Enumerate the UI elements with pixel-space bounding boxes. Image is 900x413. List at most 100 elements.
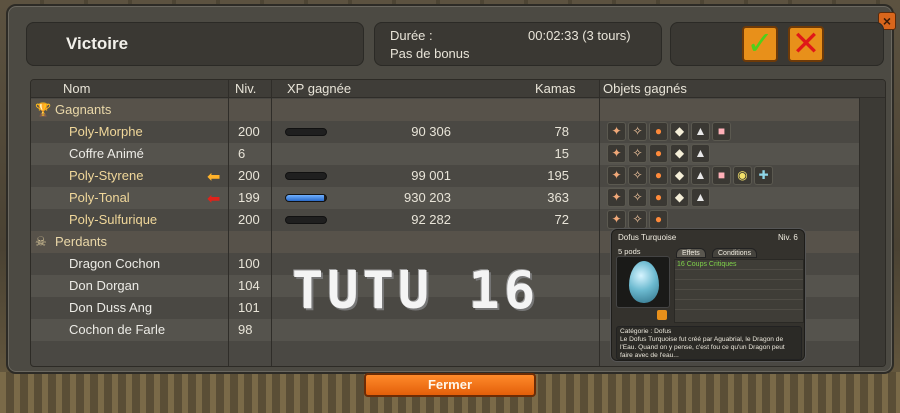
loot-item-icon[interactable]: ◆: [670, 166, 689, 185]
duration-label: Durée :: [390, 28, 433, 43]
table-row[interactable]: Poly-Sulfurique 200 92 282 72 ✦ ✧ ●: [31, 209, 859, 231]
won-items-list: ✦ ✧ ● ◆ ▲ ■ ◉ ✚: [607, 166, 775, 186]
table-row[interactable]: Coffre Animé 6 15 ✦ ✧ ● ◆ ▲: [31, 143, 859, 165]
fight-results-window: × Victoire Durée : 00:02:33 (3 tours) Pa…: [6, 4, 896, 374]
loot-item-icon[interactable]: ▲: [691, 122, 710, 141]
trophy-icon: 🏆: [35, 102, 52, 117]
loot-item-icon[interactable]: ✧: [628, 122, 647, 141]
validate-button[interactable]: ✓: [742, 26, 778, 62]
player-name: Dragon Cochon: [69, 256, 161, 271]
tooltip-category: Catégorie : Dofus: [620, 328, 672, 335]
won-items-list: ✦ ✧ ● ◆ ▲: [607, 144, 712, 164]
loot-item-icon[interactable]: ✦: [607, 122, 626, 141]
arrow-left-icon: ⬅: [207, 169, 221, 186]
effect-line-empty: [675, 280, 803, 290]
player-name: Poly-Morphe: [69, 124, 143, 139]
effect-line-empty: [675, 290, 803, 300]
close-button[interactable]: Fermer: [364, 373, 536, 397]
loot-item-icon[interactable]: ✧: [628, 144, 647, 163]
player-name: Cochon de Farle: [69, 322, 166, 337]
watermark-text: TUTU 16: [292, 261, 540, 321]
loot-item-icon[interactable]: ●: [649, 122, 668, 141]
player-name: Poly-Tonal: [69, 190, 130, 205]
player-level: 100: [238, 256, 260, 271]
player-level: 200: [238, 168, 260, 183]
loot-item-icon[interactable]: ✧: [628, 188, 647, 207]
loot-item-icon[interactable]: ✦: [607, 166, 626, 185]
item-badge-icon: [657, 310, 667, 320]
item-tooltip: Dofus Turquoise Niv. 6 5 pods Effets Con…: [611, 229, 805, 361]
loot-item-icon[interactable]: ✦: [607, 210, 626, 229]
table-scrollbar[interactable]: [859, 98, 885, 366]
player-level: 98: [238, 322, 253, 337]
won-items-list: ✦ ✧ ● ◆ ▲: [607, 188, 712, 208]
loot-item-icon[interactable]: ◆: [670, 122, 689, 141]
table-row[interactable]: Poly-Styrene ⬅ 200 99 001 195 ✦ ✧ ● ◆ ▲ ■ ◉ ✚: [31, 165, 859, 187]
dofus-egg-icon: [616, 256, 670, 308]
divider: [599, 80, 600, 366]
kamas-gained: 15: [554, 146, 569, 161]
loot-item-icon[interactable]: ✚: [754, 166, 773, 185]
loot-item-icon[interactable]: ▲: [691, 144, 710, 163]
player-level: 200: [238, 124, 260, 139]
fight-info-panel: Durée : 00:02:33 (3 tours) Pas de bonus: [374, 22, 662, 66]
tooltip-description-text: Le Dofus Turquoise fut créé par Aguabria…: [620, 336, 785, 359]
table-row[interactable]: Poly-Tonal ⬅ 199 930 203 363 ✦ ✧ ● ◆ ▲: [31, 187, 859, 209]
loot-item-icon[interactable]: ■: [712, 122, 731, 141]
xp-progress-bar: [285, 216, 327, 224]
player-level: 6: [238, 146, 246, 161]
loot-item-icon[interactable]: ✦: [607, 188, 626, 207]
header-level: Niv.: [235, 81, 257, 96]
tooltip-description: Catégorie : Dofus Le Dofus Turquoise fut…: [616, 326, 802, 360]
player-level: 199: [238, 190, 260, 205]
skull-icon: ☠: [35, 234, 47, 249]
loot-item-icon[interactable]: ●: [649, 188, 668, 207]
player-name: Coffre Animé: [69, 146, 144, 161]
egg-shape: [629, 261, 659, 303]
effect-line: 16 Coups Critiques: [675, 260, 803, 270]
window-title: Victoire: [66, 34, 129, 53]
xp-gained: 99 001: [411, 168, 451, 183]
xp-progress-bar: [285, 128, 327, 136]
xp-progress-bar: [285, 194, 327, 202]
player-name: Don Dorgan: [69, 278, 140, 293]
kamas-gained: 78: [554, 124, 569, 139]
tooltip-item-level: Niv. 6: [778, 233, 798, 242]
duration-value: 00:02:33 (3 tours): [528, 28, 631, 43]
divider: [271, 80, 272, 366]
loot-item-icon[interactable]: ■: [712, 166, 731, 185]
loot-item-icon[interactable]: ◆: [670, 188, 689, 207]
action-buttons-panel: ✓ ✕: [670, 22, 884, 66]
table-row[interactable]: Poly-Morphe 200 90 306 78 ✦ ✧ ● ◆ ▲ ■: [31, 121, 859, 143]
tab-conditions[interactable]: Conditions: [712, 248, 758, 258]
loot-item-icon[interactable]: ▲: [691, 166, 710, 185]
loot-item-icon[interactable]: ●: [649, 210, 668, 229]
tooltip-item-pods: 5 pods: [618, 247, 641, 256]
xp-progress-bar: [285, 172, 327, 180]
loot-item-icon[interactable]: ✧: [628, 166, 647, 185]
player-name: Poly-Styrene: [69, 168, 144, 183]
group-label: Perdants: [55, 234, 108, 249]
won-items-list: ✦ ✧ ● ◆ ▲ ■: [607, 122, 733, 142]
loot-item-icon[interactable]: ◉: [733, 166, 752, 185]
won-items-list: ✦ ✧ ●: [607, 210, 670, 230]
tooltip-item-name: Dofus Turquoise: [618, 233, 677, 242]
loot-item-icon[interactable]: ●: [649, 144, 668, 163]
player-level: 101: [238, 300, 260, 315]
title-panel: Victoire: [26, 22, 364, 66]
player-name: Don Duss Ang: [69, 300, 153, 315]
header-items: Objets gagnés: [603, 81, 687, 96]
loot-item-icon[interactable]: ✦: [607, 144, 626, 163]
loot-item-icon[interactable]: ✧: [628, 210, 647, 229]
xp-gained: 90 306: [411, 124, 451, 139]
loot-item-icon[interactable]: ▲: [691, 188, 710, 207]
cancel-button[interactable]: ✕: [788, 26, 824, 62]
effect-line-empty: [675, 270, 803, 280]
player-level: 104: [238, 278, 260, 293]
xp-progress-fill: [286, 195, 324, 201]
tab-effects[interactable]: Effets: [676, 248, 706, 258]
group-row-winners: 🏆 Gagnants: [31, 99, 859, 121]
loot-item-icon[interactable]: ◆: [670, 144, 689, 163]
loot-item-icon[interactable]: ●: [649, 166, 668, 185]
header-name: Nom: [63, 81, 91, 96]
